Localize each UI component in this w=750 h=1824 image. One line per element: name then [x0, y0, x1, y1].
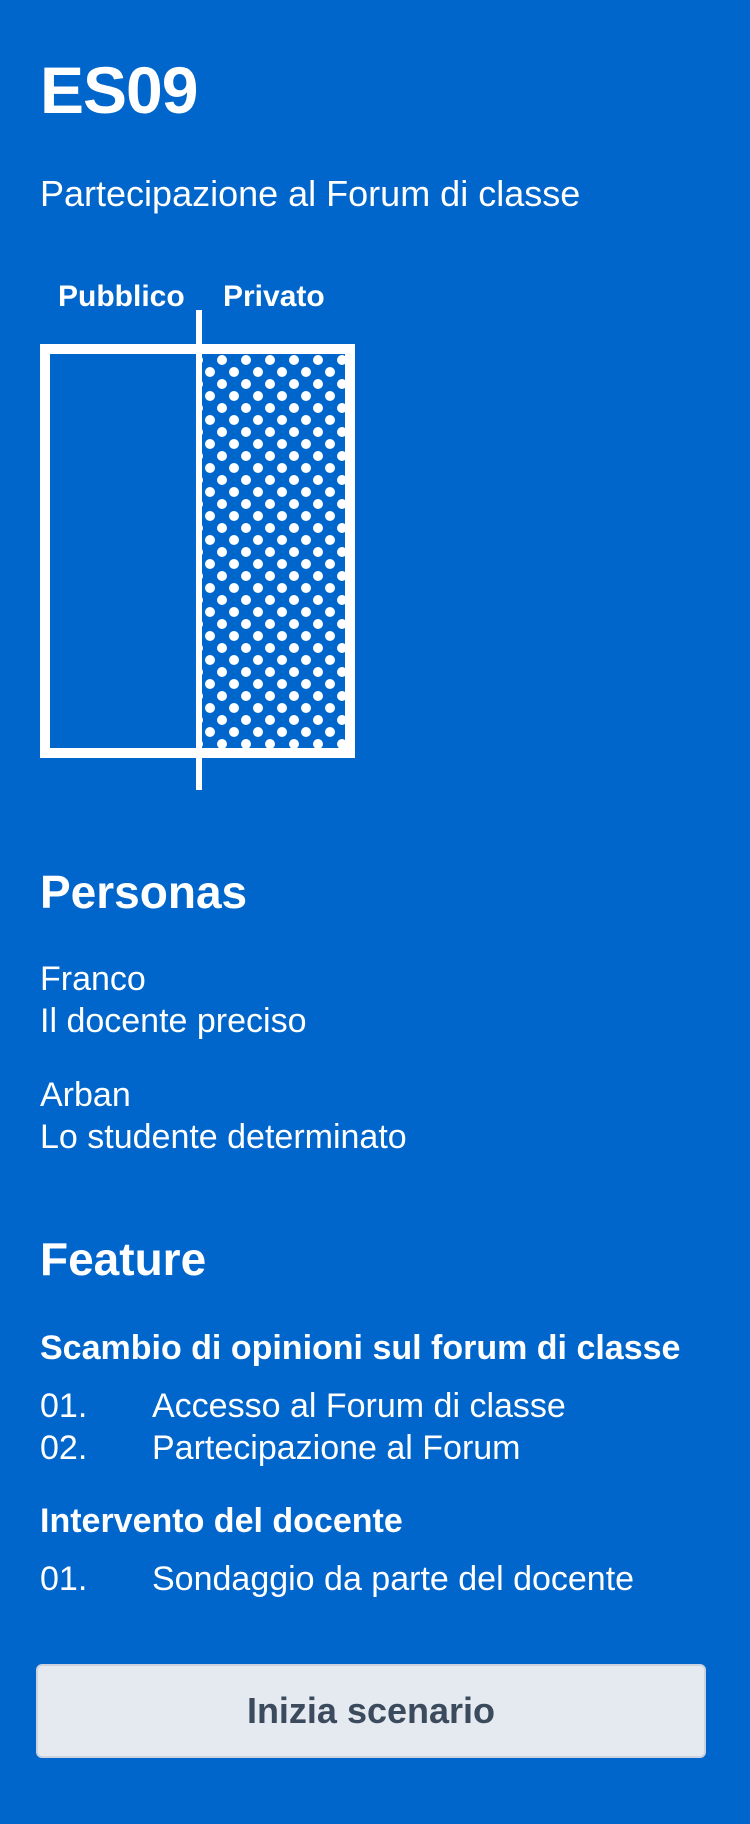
public-private-diagram: Pubblico Privato: [36, 270, 376, 800]
feature-list: 01. Sondaggio da parte del docente: [40, 1558, 634, 1600]
feature-number: 02.: [40, 1429, 88, 1467]
feature-label: Sondaggio da parte del docente: [152, 1560, 635, 1598]
feature-number: 01.: [40, 1560, 88, 1598]
public-private-divider: [196, 310, 202, 790]
private-label: Privato: [223, 280, 325, 313]
persona-item: Arban Lo studente determinato: [40, 1074, 407, 1158]
feature-number: 01.: [40, 1387, 88, 1425]
persona-role: Il docente preciso: [40, 1002, 307, 1040]
feature-item: 01. Sondaggio da parte del docente: [40, 1558, 634, 1600]
feature-item: 02. Partecipazione al Forum: [40, 1427, 566, 1469]
persona-name: Franco: [40, 960, 146, 998]
feature-label: Accesso al Forum di classe: [152, 1387, 566, 1425]
feature-heading: Feature: [40, 1233, 207, 1285]
public-label: Pubblico: [58, 280, 185, 313]
personas-heading: Personas: [40, 866, 248, 918]
feature-group-title: Scambio di opinioni sul forum di classe: [40, 1329, 681, 1367]
scenario-subtitle: Partecipazione al Forum di classe: [40, 173, 581, 214]
feature-label: Partecipazione al Forum: [152, 1429, 521, 1467]
scenario-code: ES09: [40, 53, 198, 127]
persona-item: Franco Il docente preciso: [40, 958, 307, 1042]
feature-item: 01. Accesso al Forum di classe: [40, 1385, 566, 1427]
persona-role: Lo studente determinato: [40, 1118, 407, 1156]
start-scenario-button[interactable]: Inizia scenario: [36, 1664, 706, 1758]
persona-name: Arban: [40, 1076, 131, 1114]
feature-list: 01. Accesso al Forum di classe 02. Parte…: [40, 1385, 566, 1469]
diagram-svg: Pubblico Privato: [40, 280, 355, 790]
feature-group-title: Intervento del docente: [40, 1502, 403, 1540]
private-dotted-area: [201, 350, 346, 752]
